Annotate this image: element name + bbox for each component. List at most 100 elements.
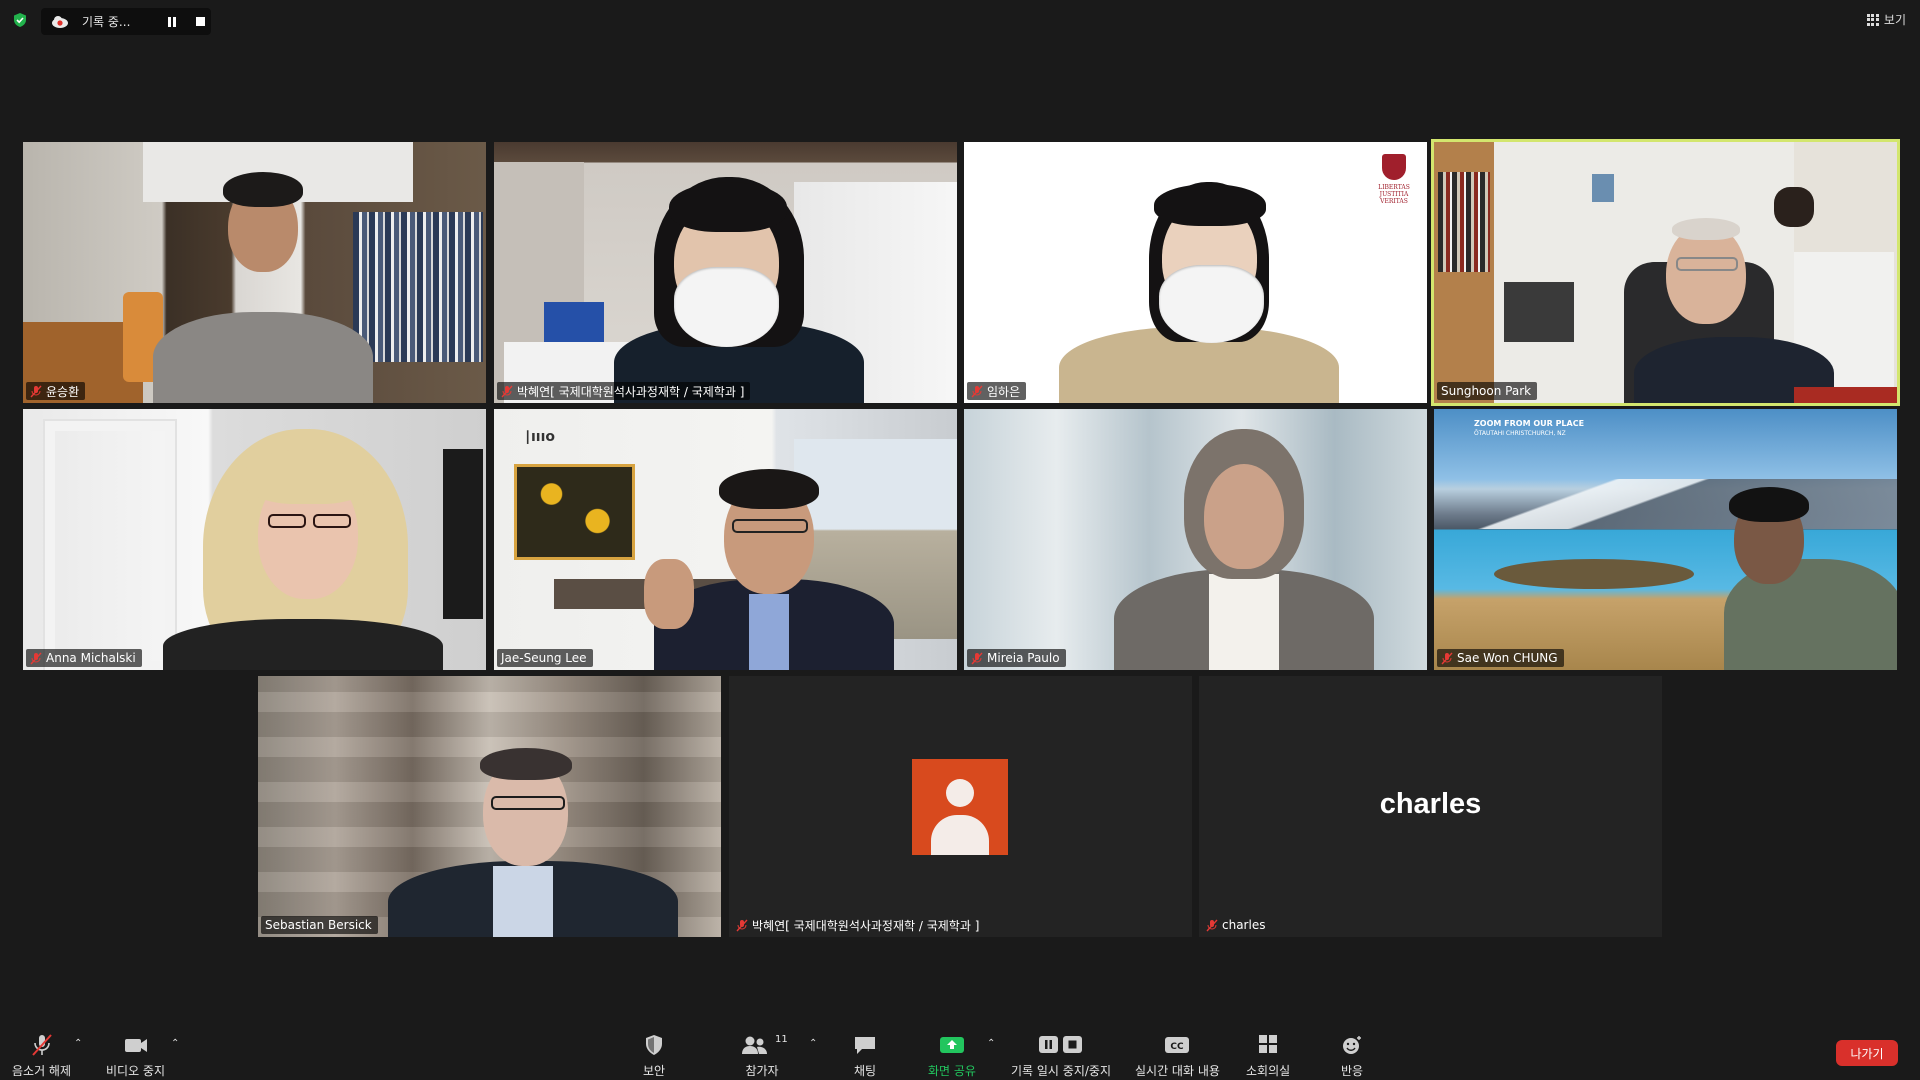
participant-name: Sebastian Bersick <box>265 918 372 932</box>
participant-name-tag: Anna Michalski <box>26 649 142 667</box>
stop-video-button[interactable]: 비디오 중지 <box>106 1034 165 1079</box>
view-label: 보기 <box>1883 13 1906 27</box>
video-feed: LIBERTAS JUSTITIA VERITAS <box>964 142 1427 403</box>
video-tile[interactable]: ZOOM FROM OUR PLACE ŌTAUTAHI CHRISTCHURC… <box>1434 409 1897 670</box>
stop-video-label: 비디오 중지 <box>106 1064 166 1078</box>
participant-name-tag: 윤승환 <box>26 382 86 400</box>
reactions-button[interactable]: 반응 <box>1339 1034 1365 1079</box>
participants-options-caret-icon[interactable]: ⌃ <box>809 1038 817 1049</box>
security-shield-icon <box>646 1035 662 1055</box>
video-feed: ∣ıııo <box>494 409 957 670</box>
record-pause-stop-button[interactable]: 기록 일시 중지/중지 <box>1011 1034 1111 1079</box>
video-tile[interactable]: Anna Michalski <box>23 409 486 670</box>
audio-options-caret-icon[interactable]: ⌃ <box>74 1038 82 1049</box>
svg-text:CC: CC <box>1171 1042 1185 1052</box>
chat-bubble-icon <box>855 1037 875 1054</box>
video-tile[interactable]: charles charles <box>1199 676 1662 937</box>
video-tile[interactable]: 박혜연[ 국제대학원석사과정재학 / 국제학과 ] <box>729 676 1192 937</box>
mic-muted-icon <box>30 652 42 664</box>
meeting-toolbar: 음소거 해제 ⌃ 비디오 중지 ⌃ 보안 11 참가자 ⌃ 채팅 화면 공유 ⌃… <box>0 1016 1920 1080</box>
chat-button[interactable]: 채팅 <box>852 1034 878 1079</box>
university-crest-icon <box>1382 154 1406 180</box>
breakout-rooms-icon <box>1259 1035 1278 1053</box>
background-caption: ZOOM FROM OUR PLACE ŌTAUTAHI CHRISTCHURC… <box>1474 419 1585 437</box>
mic-muted-icon <box>971 385 983 397</box>
pause-recording-icon[interactable] <box>168 16 178 27</box>
participant-name: charles <box>1222 918 1266 932</box>
video-tile[interactable]: LIBERTAS JUSTITIA VERITAS 임하은 <box>964 142 1427 403</box>
mic-muted-icon <box>971 652 983 664</box>
grid-view-icon <box>1866 13 1879 26</box>
mic-muted-icon <box>501 385 513 397</box>
video-tile[interactable]: 박혜연[ 국제대학원석사과정재학 / 국제학과 ] <box>494 142 957 403</box>
reactions-label: 반응 <box>1340 1064 1364 1078</box>
participant-name: Sae Won CHUNG <box>1457 651 1558 665</box>
participant-name: 박혜연[ 국제대학원석사과정재학 / 국제학과 ] <box>752 918 980 933</box>
participant-name: Jae-Seung Lee <box>501 651 587 665</box>
closed-captions-icon: CC <box>1165 1037 1190 1053</box>
participant-name: 박혜연[ 국제대학원석사과정재학 / 국제학과 ] <box>517 384 745 399</box>
breakout-rooms-button[interactable]: 소회의실 <box>1246 1034 1290 1079</box>
unmute-label: 음소거 해제 <box>12 1064 72 1078</box>
stop-recording-icon[interactable] <box>196 17 205 26</box>
reaction-smiley-icon <box>1343 1036 1361 1054</box>
video-feed <box>258 676 721 937</box>
recording-label: 기록 중... <box>82 15 131 29</box>
video-feed <box>494 142 957 403</box>
participant-name-tag: Sae Won CHUNG <box>1437 649 1564 667</box>
participant-name-tag: 박혜연[ 국제대학원석사과정재학 / 국제학과 ] <box>732 916 985 934</box>
top-bar: 기록 중... 보기 <box>0 0 1920 40</box>
video-tile[interactable]: ∣ıııo Jae-Seung Lee <box>494 409 957 670</box>
participants-button[interactable]: 11 참가자 <box>740 1034 788 1079</box>
participants-label: 참가자 <box>745 1064 779 1078</box>
participants-icon: 11 <box>740 1034 788 1056</box>
record-pause-stop-label: 기록 일시 중지/중지 <box>1011 1064 1111 1078</box>
participant-name: 임하은 <box>987 384 1021 399</box>
share-screen-icon <box>939 1037 964 1053</box>
mic-muted-icon <box>30 385 42 397</box>
video-tile[interactable]: Sebastian Bersick <box>258 676 721 937</box>
mic-muted-icon <box>31 1034 52 1056</box>
unmute-button[interactable]: 음소거 해제 <box>12 1034 71 1079</box>
participant-name-tag: Sebastian Bersick <box>261 916 378 934</box>
live-transcript-label: 실시간 대화 내용 <box>1135 1064 1220 1078</box>
leave-meeting-button[interactable]: 나가기 <box>1836 1040 1898 1066</box>
video-tile[interactable]: Mireia Paulo <box>964 409 1427 670</box>
participant-name: Sunghoon Park <box>1441 384 1532 398</box>
participant-name: Mireia Paulo <box>987 651 1060 665</box>
participant-name: Anna Michalski <box>46 651 136 665</box>
participant-name-tag: Sunghoon Park <box>1437 382 1538 400</box>
mic-muted-icon <box>736 919 748 931</box>
video-feed <box>23 409 486 670</box>
participant-name-tag: Jae-Seung Lee <box>497 649 593 667</box>
view-button[interactable]: 보기 <box>1866 11 1906 28</box>
share-screen-button[interactable]: 화면 공유 <box>928 1034 976 1079</box>
participant-name-tag: charles <box>1202 916 1271 934</box>
video-tile[interactable]: 윤승환 <box>23 142 486 403</box>
video-feed <box>23 142 486 403</box>
recording-controls-icon <box>1038 1034 1084 1056</box>
chat-label: 채팅 <box>853 1064 877 1078</box>
video-options-caret-icon[interactable]: ⌃ <box>171 1038 179 1049</box>
person-avatar-icon <box>912 759 1008 855</box>
security-label: 보안 <box>642 1064 666 1078</box>
security-shield-icon[interactable] <box>12 12 28 28</box>
mic-muted-icon <box>1441 652 1453 664</box>
video-feed <box>964 409 1427 670</box>
security-button[interactable]: 보안 <box>641 1034 667 1079</box>
breakout-rooms-label: 소회의실 <box>1246 1064 1291 1078</box>
recording-indicator: 기록 중... <box>41 8 211 35</box>
crest-motto: LIBERTAS JUSTITIA VERITAS <box>1378 184 1410 205</box>
participant-name-tag: Mireia Paulo <box>967 649 1066 667</box>
participants-count: 11 <box>775 1034 788 1045</box>
live-transcript-button[interactable]: CC 실시간 대화 내용 <box>1135 1034 1220 1079</box>
virtual-background: ZOOM FROM OUR PLACE ŌTAUTAHI CHRISTCHURC… <box>1434 409 1897 670</box>
participant-name-tag: 임하은 <box>967 382 1027 400</box>
participant-display-name: charles <box>1379 788 1482 820</box>
participant-name: 윤승환 <box>46 384 80 399</box>
share-options-caret-icon[interactable]: ⌃ <box>987 1038 995 1049</box>
mic-muted-icon <box>1206 919 1218 931</box>
video-tile-active-speaker[interactable]: Sunghoon Park <box>1431 139 1900 406</box>
video-camera-icon <box>124 1039 147 1052</box>
share-screen-label: 화면 공유 <box>928 1064 976 1078</box>
